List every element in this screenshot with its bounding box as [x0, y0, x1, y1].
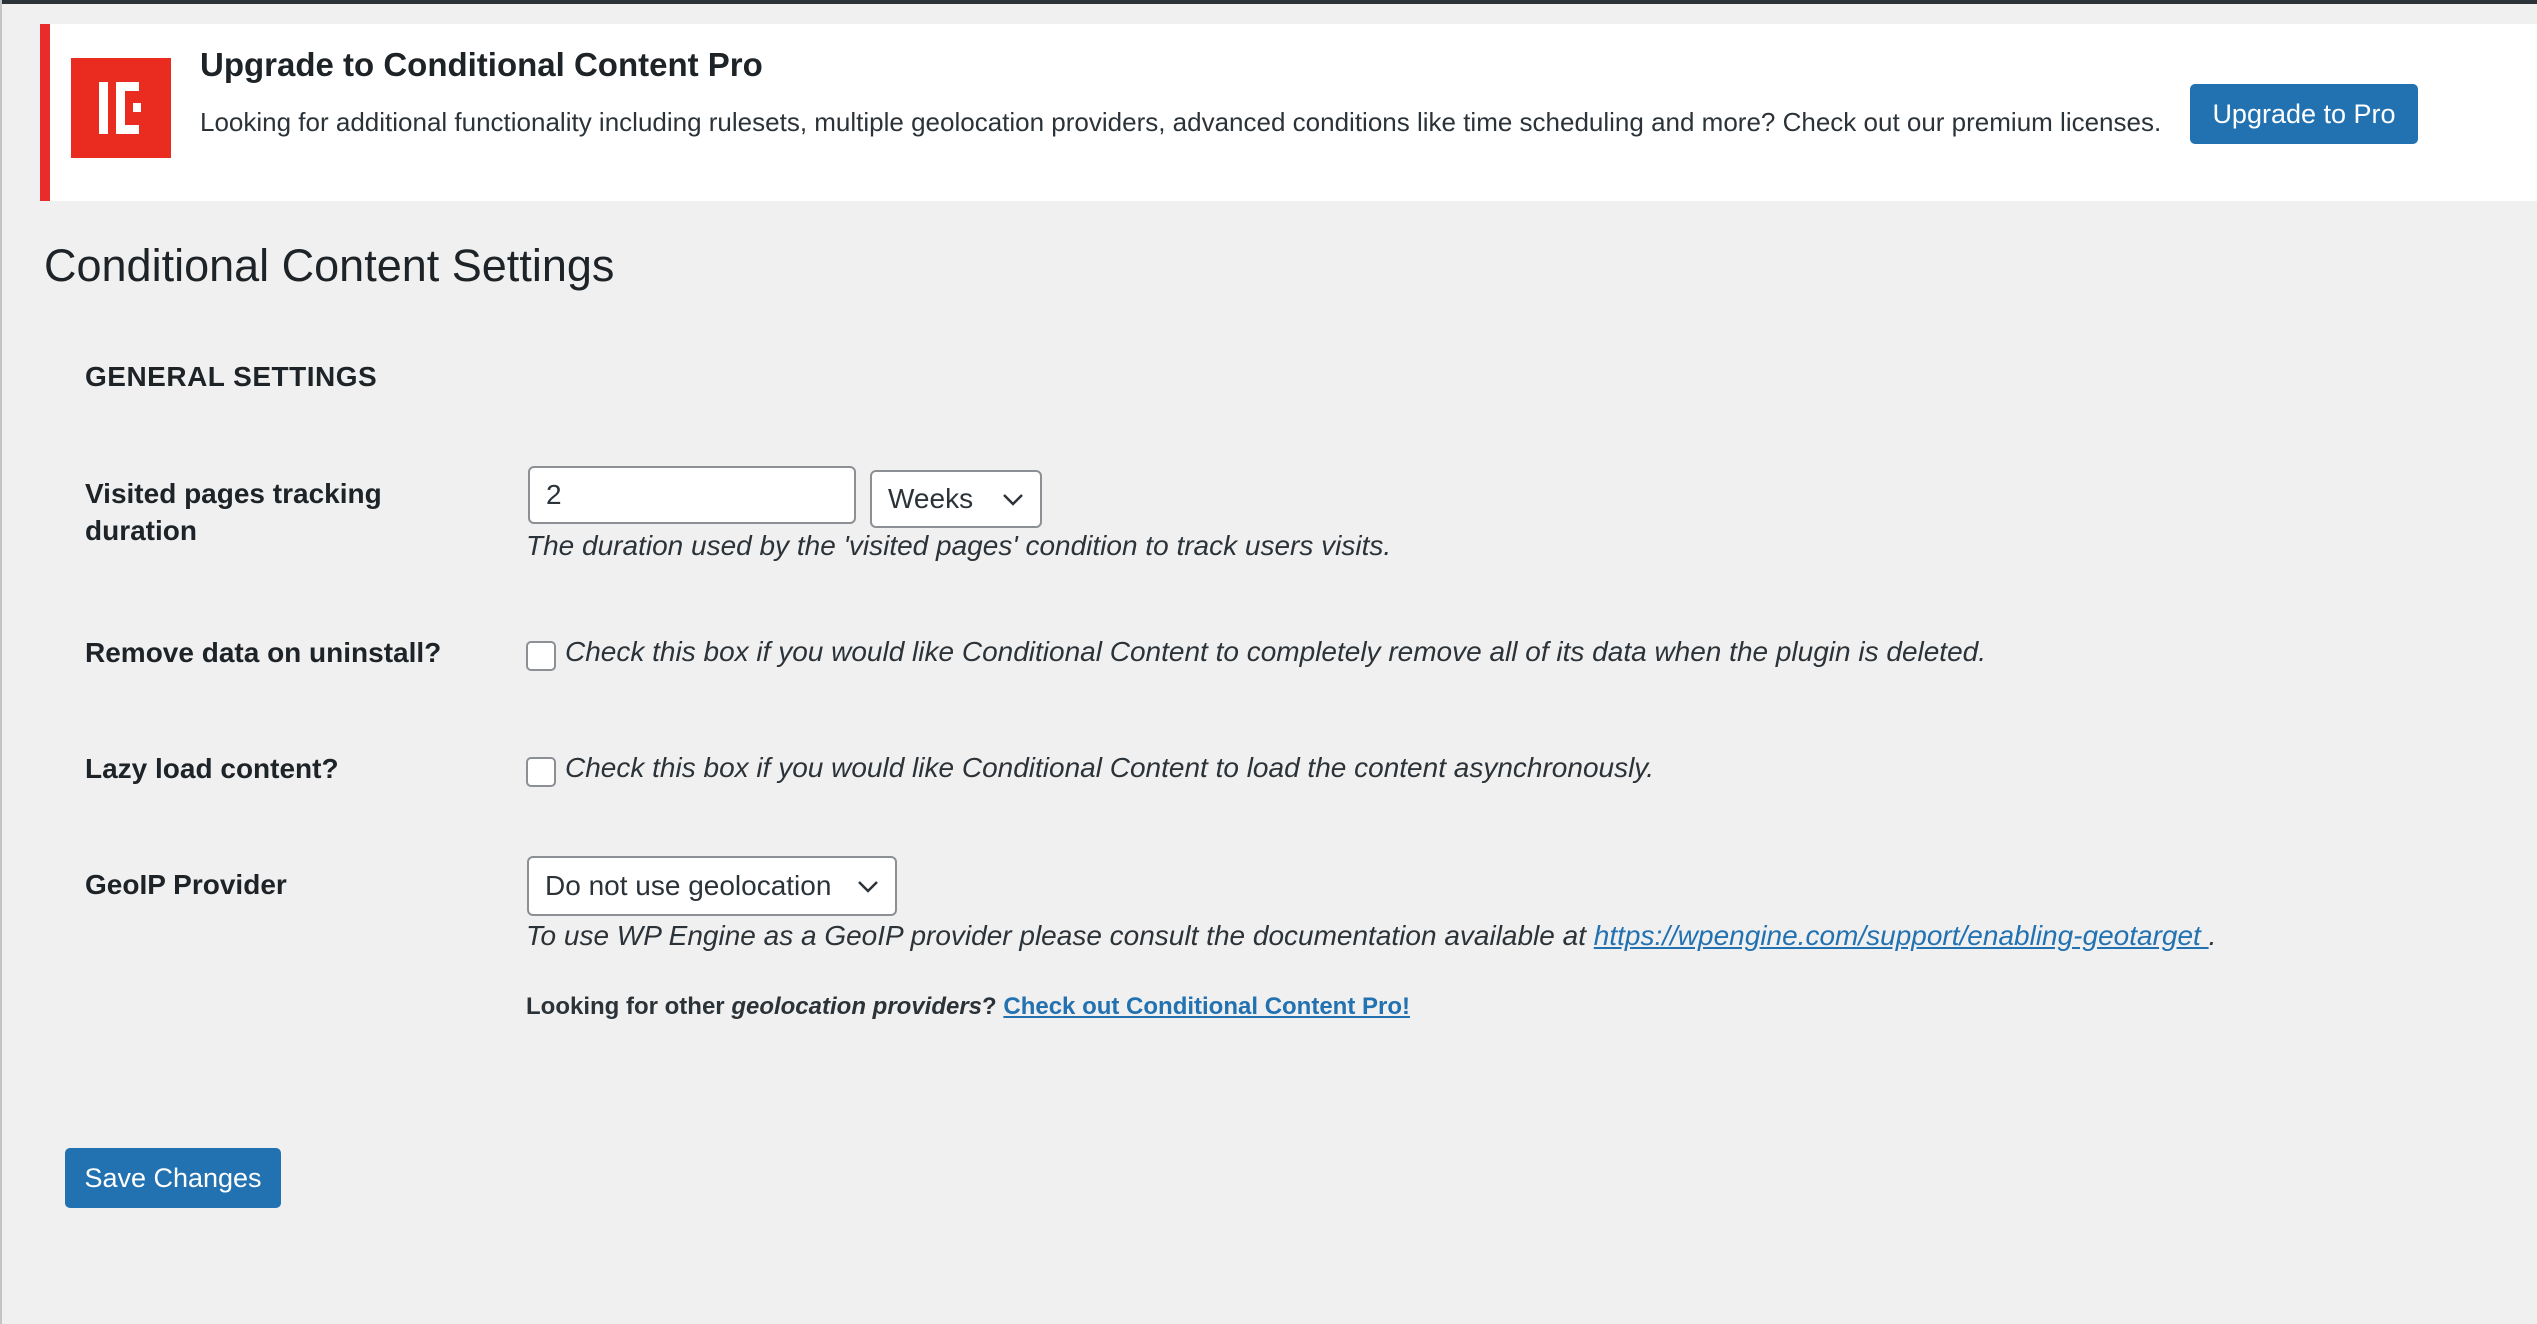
geoip-description-prefix: To use WP Engine as a GeoIP provider ple… — [526, 920, 1594, 951]
notice-text: Looking for additional functionality inc… — [200, 107, 2162, 137]
page-title: Conditional Content Settings — [44, 240, 615, 291]
lazy-load-checkbox[interactable] — [526, 757, 556, 787]
lazy-load-description: Check this box if you would like Conditi… — [565, 752, 1655, 783]
remove-data-label: Remove data on uninstall? — [85, 637, 442, 668]
geoip-description-suffix: . — [2208, 920, 2217, 951]
conditional-content-logo-icon — [71, 58, 171, 158]
tracking-unit-value: Weeks — [888, 483, 974, 514]
lazy-load-label: Lazy load content? — [85, 753, 339, 784]
save-changes-button[interactable]: Save Changes — [65, 1148, 281, 1208]
geotarget-doc-link[interactable]: https://wpengine.com/support/enabling-ge… — [1594, 920, 2209, 951]
geoip-provider-select[interactable]: Do not use geolocation — [527, 856, 897, 916]
tracking-duration-input[interactable] — [528, 466, 856, 524]
left-admin-edge — [0, 0, 2, 1324]
upgrade-to-pro-button[interactable]: Upgrade to Pro — [2190, 84, 2418, 144]
chevron-down-icon — [858, 881, 878, 893]
tracking-duration-label: Visited pages tracking duration — [85, 478, 382, 546]
geoip-provider-value: Do not use geolocation — [545, 870, 832, 901]
conditional-content-pro-link[interactable]: Check out Conditional Content Pro! — [1003, 993, 1410, 1020]
geoip-provider-label: GeoIP Provider — [85, 869, 287, 900]
remove-data-checkbox[interactable] — [526, 641, 556, 671]
top-admin-edge — [0, 0, 2537, 4]
tracking-duration-description: The duration used by the 'visited pages'… — [526, 530, 1392, 561]
tracking-unit-select[interactable]: Weeks — [870, 470, 1042, 528]
notice-title: Upgrade to Conditional Content Pro — [200, 46, 763, 83]
logo-glyph — [99, 82, 141, 134]
note-suffix: ? — [982, 993, 1004, 1020]
note-italic: geolocation providers — [731, 993, 983, 1020]
note-prefix: Looking for other — [526, 993, 732, 1020]
section-title: GENERAL SETTINGS — [85, 361, 378, 392]
remove-data-description: Check this box if you would like Conditi… — [565, 636, 1987, 667]
geoip-description: To use WP Engine as a GeoIP provider ple… — [526, 920, 2216, 952]
geolocation-providers-note: Looking for other geolocation providers?… — [526, 993, 1410, 1021]
chevron-down-icon — [1003, 494, 1023, 506]
